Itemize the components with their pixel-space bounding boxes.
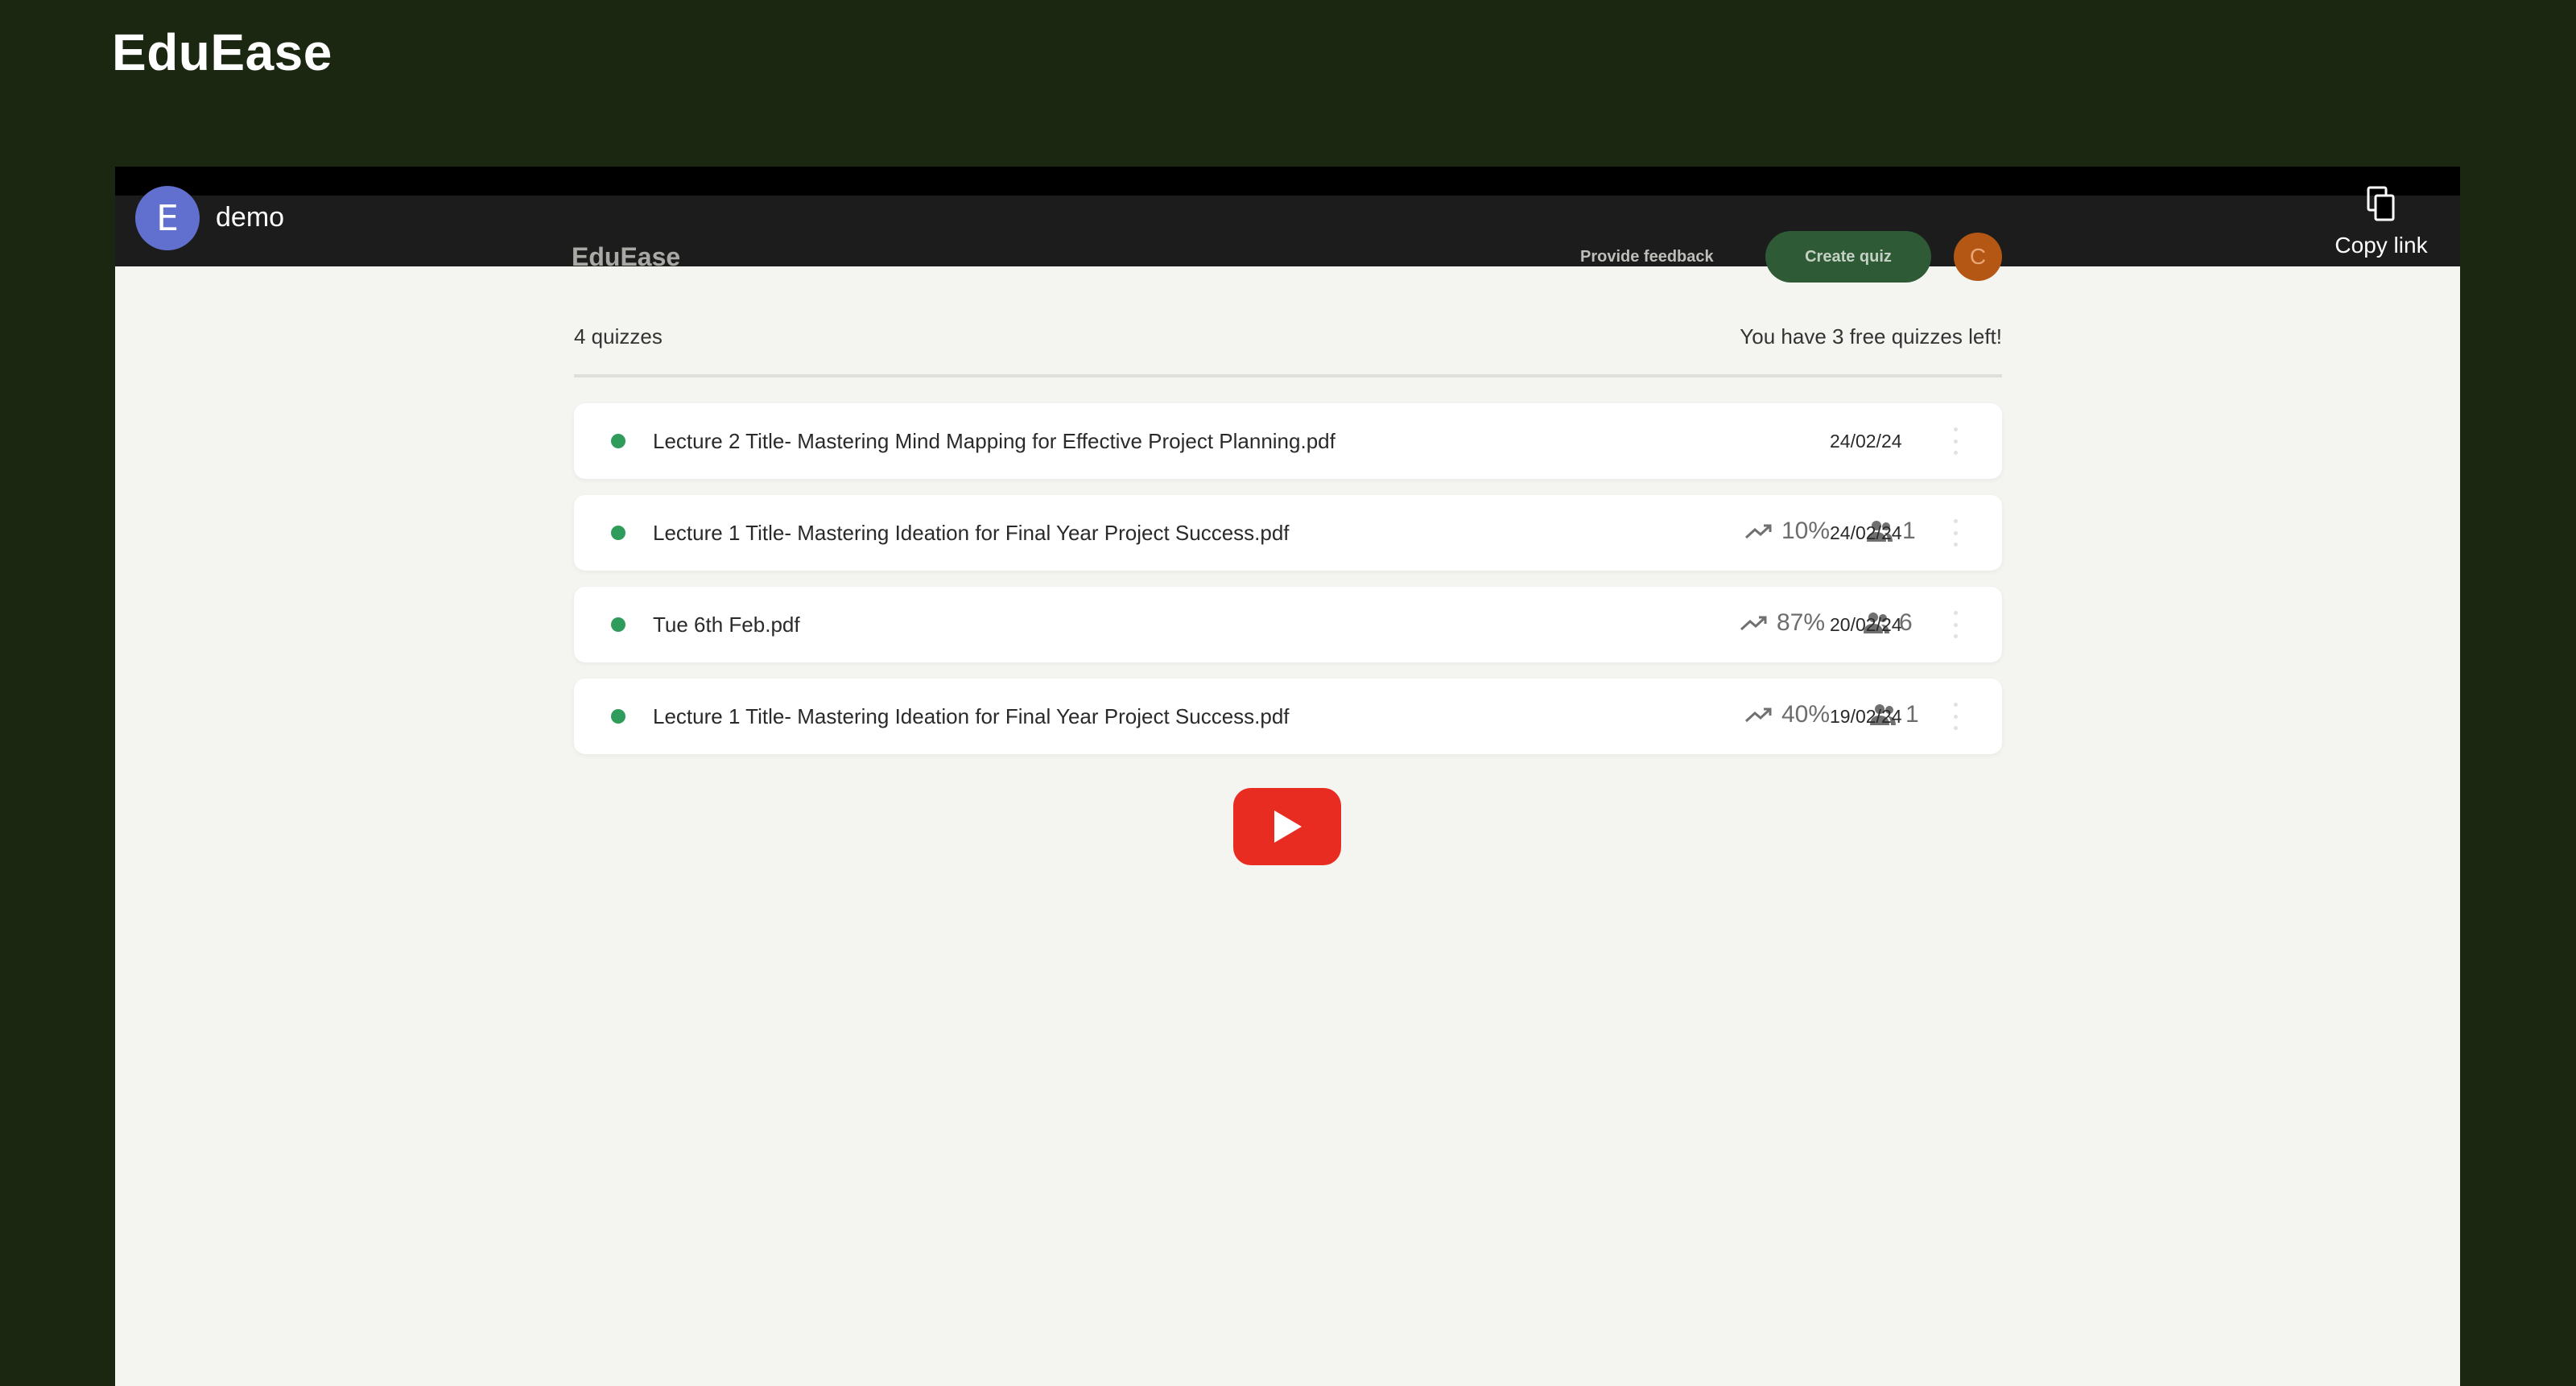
status-dot [611, 434, 625, 448]
quiz-participants: 1 [1905, 701, 1919, 728]
quiz-count: 4 quizzes [574, 324, 663, 349]
provide-feedback-button[interactable]: Provide feedback [1580, 248, 1714, 266]
quiz-name: Lecture 1 Title- Mastering Ideation for … [653, 704, 1290, 728]
quiz-date: 24/02/24 [1830, 522, 1902, 543]
trending-up-icon [1744, 707, 1772, 723]
score-group: 10% [1744, 518, 1830, 545]
quiz-score: 40% [1781, 701, 1831, 728]
site-title: EduEase [112, 23, 332, 81]
copy-icon [2367, 186, 2395, 221]
status-dot [611, 709, 625, 724]
app-brand: EduEase [572, 242, 681, 271]
more-vertical-icon[interactable] [1952, 427, 1959, 455]
quiz-date: 20/02/24 [1830, 614, 1902, 635]
divider [574, 374, 2002, 377]
user-avatar[interactable]: C [1954, 233, 2002, 281]
app-header: EduEase Provide feedback Create quiz C [115, 196, 2460, 283]
more-vertical-icon[interactable] [1952, 611, 1959, 638]
create-quiz-button[interactable]: Create quiz [1765, 231, 1931, 283]
video-player[interactable]: EduEase Provide feedback Create quiz C E… [115, 167, 2460, 1386]
play-button[interactable] [1233, 788, 1341, 865]
quiz-name: Lecture 1 Title- Mastering Ideation for … [653, 521, 1290, 545]
quiz-name: Lecture 2 Title- Mastering Mind Mapping … [653, 429, 1335, 453]
free-quizzes-left: You have 3 free quizzes left! [1740, 324, 2002, 349]
trending-up-icon [1740, 616, 1767, 631]
quiz-score: 87% [1777, 609, 1826, 636]
quiz-row[interactable]: Tue 6th Feb.pdf 87% 6 20/02/24 [574, 587, 2002, 662]
more-vertical-icon[interactable] [1952, 703, 1959, 730]
copy-link-button[interactable]: Copy link [2321, 186, 2442, 266]
status-dot [611, 526, 625, 540]
play-icon [1274, 811, 1302, 843]
quiz-score: 10% [1781, 518, 1831, 544]
trending-up-icon [1744, 524, 1772, 539]
quiz-name: Tue 6th Feb.pdf [653, 613, 800, 637]
channel-avatar[interactable]: E [135, 186, 200, 250]
quiz-date: 24/02/24 [1830, 431, 1902, 452]
quiz-row[interactable]: Lecture 2 Title- Mastering Mind Mapping … [574, 403, 2002, 479]
score-group: 87% [1740, 609, 1825, 637]
score-group: 40% [1744, 701, 1830, 728]
channel-name[interactable]: demo [216, 202, 284, 233]
quiz-row[interactable]: Lecture 1 Title- Mastering Ideation for … [574, 495, 2002, 571]
more-vertical-icon[interactable] [1952, 519, 1959, 547]
quiz-row[interactable]: Lecture 1 Title- Mastering Ideation for … [574, 679, 2002, 754]
video-top-strip [115, 167, 2460, 196]
copy-link-label: Copy link [2334, 233, 2428, 258]
quiz-date: 19/02/24 [1830, 706, 1902, 727]
status-dot [611, 617, 625, 632]
quiz-participants: 1 [1902, 518, 1916, 544]
